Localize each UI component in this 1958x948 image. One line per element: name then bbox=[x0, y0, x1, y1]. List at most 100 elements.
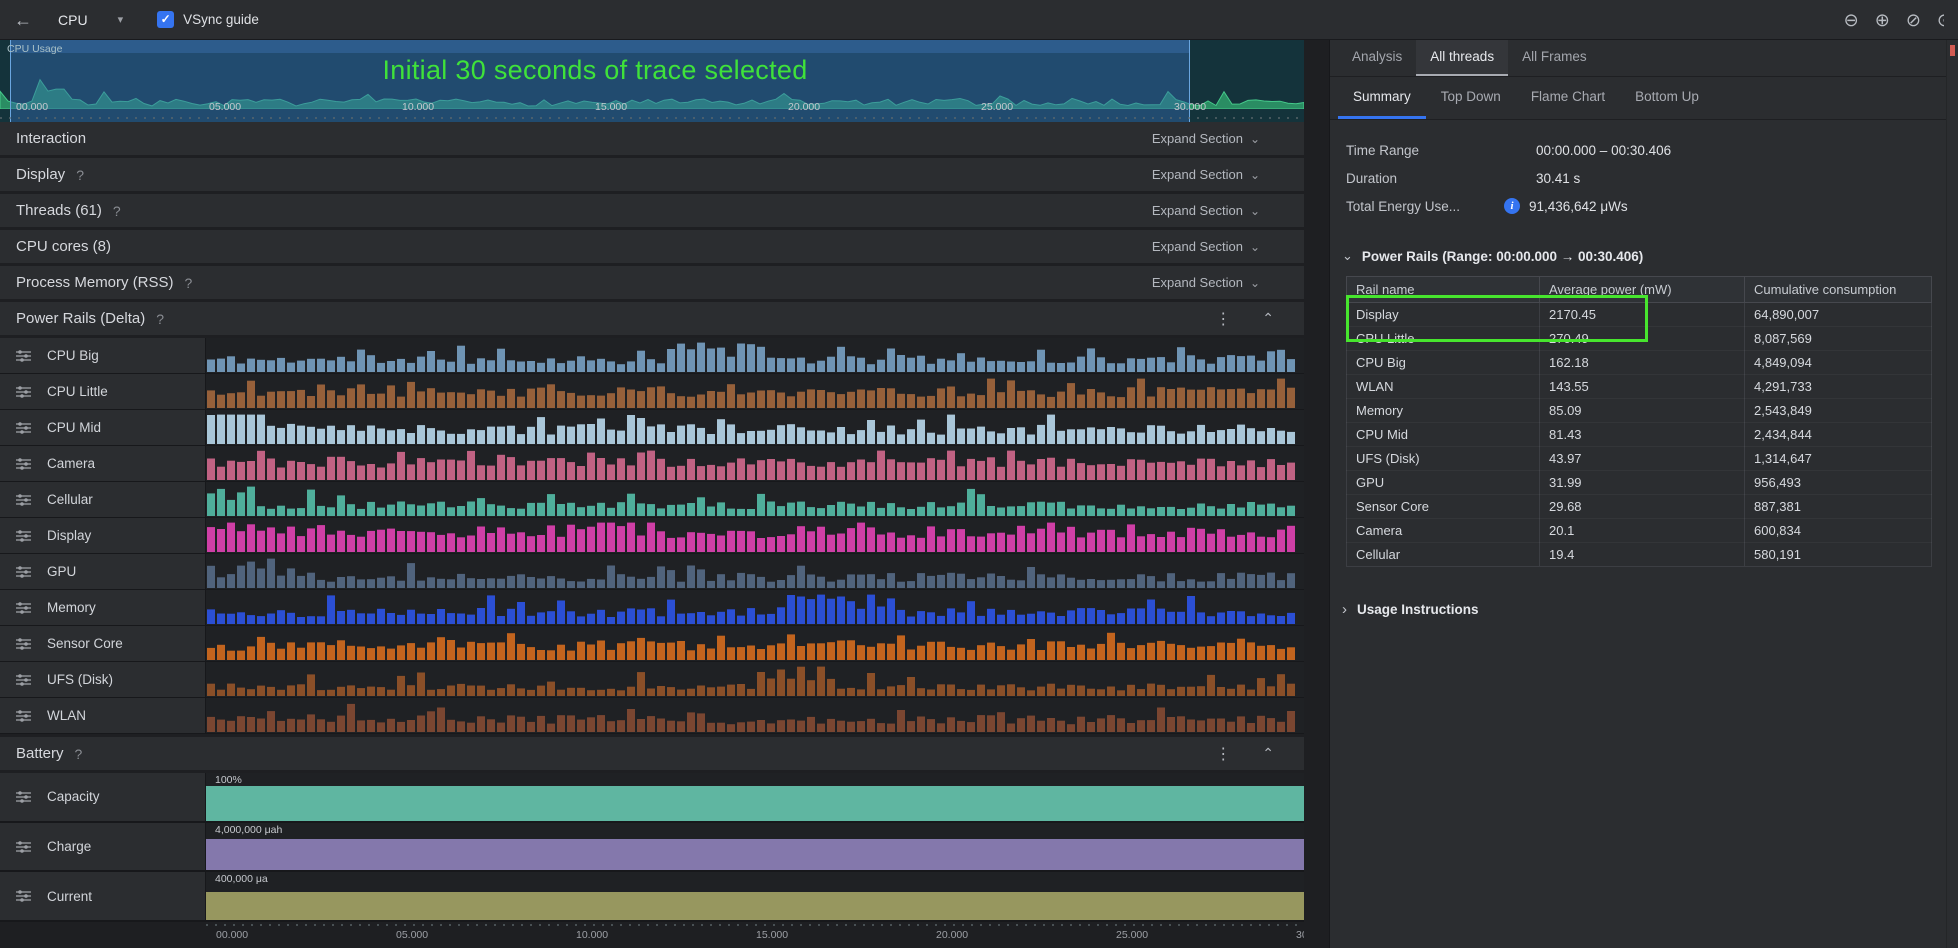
subtab-top-down[interactable]: Top Down bbox=[1426, 77, 1516, 119]
expand-section-button[interactable]: Expand Section ⌄ bbox=[1152, 167, 1260, 182]
track-chart[interactable] bbox=[206, 446, 1304, 481]
track-legend-current[interactable]: Current bbox=[0, 872, 206, 920]
track-legend-gpu[interactable]: GPU bbox=[0, 554, 206, 589]
table-row[interactable]: Sensor Core29.68887,381 bbox=[1347, 495, 1932, 519]
reset-zoom-icon[interactable]: ⊘ bbox=[1906, 11, 1921, 29]
subtab-bottom-up[interactable]: Bottom Up bbox=[1620, 77, 1714, 119]
back-button[interactable]: ← bbox=[14, 11, 32, 29]
tab-all-frames[interactable]: All Frames bbox=[1508, 40, 1601, 76]
track-legend-capacity[interactable]: Capacity bbox=[0, 773, 206, 821]
collapse-section-icon[interactable]: ⌃ bbox=[1262, 310, 1274, 327]
track-legend-cpu-big[interactable]: CPU Big bbox=[0, 338, 206, 373]
track-chart[interactable] bbox=[206, 626, 1304, 661]
track-settings-icon bbox=[15, 840, 32, 854]
track-chart[interactable] bbox=[206, 482, 1304, 517]
track-legend-memory[interactable]: Memory bbox=[0, 590, 206, 625]
track-chart[interactable] bbox=[206, 662, 1304, 697]
table-row[interactable]: CPU Mid81.432,434,844 bbox=[1347, 423, 1932, 447]
track-chart[interactable] bbox=[206, 554, 1304, 589]
table-row[interactable]: CPU Little270.498,087,569 bbox=[1347, 327, 1932, 351]
track-legend-charge[interactable]: Charge bbox=[0, 823, 206, 871]
track-legend-cellular[interactable]: Cellular bbox=[0, 482, 206, 517]
table-row[interactable]: Cellular19.4580,191 bbox=[1347, 543, 1932, 567]
collapse-section-icon[interactable]: ⌃ bbox=[1262, 745, 1274, 762]
section-actions: ⋮ ⌃ bbox=[1215, 744, 1274, 764]
table-row[interactable]: CPU Big162.184,849,094 bbox=[1347, 351, 1932, 375]
section-row-interaction[interactable]: InteractionExpand Section⌄ bbox=[0, 122, 1304, 155]
track-chart[interactable] bbox=[206, 590, 1304, 625]
tab-analysis[interactable]: Analysis bbox=[1338, 40, 1416, 76]
chevron-down-icon: ⌄ bbox=[1250, 276, 1260, 290]
expand-section-button[interactable]: Expand Section⌄ bbox=[1152, 275, 1260, 290]
track-chart[interactable] bbox=[206, 410, 1304, 445]
zoom-in-icon[interactable]: ⊕ bbox=[1875, 11, 1890, 29]
help-icon[interactable]: ? bbox=[185, 275, 193, 291]
rail-name-cell: CPU Big bbox=[1347, 351, 1540, 375]
subtab-flame-chart[interactable]: Flame Chart bbox=[1516, 77, 1620, 119]
battery-section-header[interactable]: Battery ? ⋮ ⌃ bbox=[0, 737, 1304, 770]
bottom-axis: 00.00005.00010.00015.00020.00025.00030 bbox=[0, 922, 1304, 948]
track-legend-cpu-little[interactable]: CPU Little bbox=[0, 374, 206, 409]
table-row[interactable]: Display2170.4564,890,007 bbox=[1347, 303, 1932, 327]
zoom-out-icon[interactable]: ⊖ bbox=[1844, 11, 1859, 29]
battery-tracks: Capacity100%Charge4,000,000 μahCurrent 40… bbox=[0, 773, 1304, 922]
table-row[interactable]: WLAN143.554,291,733 bbox=[1347, 375, 1932, 399]
chevron-down-icon: ⌄ bbox=[1250, 168, 1260, 182]
chevron-down-icon: ⌄ bbox=[1250, 240, 1260, 254]
profiler-window: ← CPU ▾ ✓ VSync guide ⊖ ⊕ ⊘ ⊙ Initial 30… bbox=[0, 0, 1958, 948]
power-rails-section-header[interactable]: Power Rails (Delta) ? ⋮ ⌃ bbox=[0, 302, 1304, 335]
zoom-to-selection-icon[interactable]: ⊙ bbox=[1937, 11, 1944, 29]
chevron-down-icon: ▾ bbox=[118, 13, 124, 26]
battery-row-charge: Charge4,000,000 μah bbox=[0, 823, 1304, 873]
track-legend-wlan[interactable]: WLAN bbox=[0, 698, 206, 733]
expand-section-button[interactable]: Expand Section⌄ bbox=[1152, 203, 1260, 218]
section-row-cpu-cores-8[interactable]: CPU cores (8)Expand Section⌄ bbox=[0, 230, 1304, 263]
kebab-menu-icon[interactable]: ⋮ bbox=[1215, 309, 1232, 329]
usage-instructions[interactable]: › Usage Instructions bbox=[1342, 601, 1946, 618]
track-legend-ufs-disk[interactable]: UFS (Disk) bbox=[0, 662, 206, 697]
track-chart[interactable] bbox=[206, 374, 1304, 409]
kebab-menu-icon[interactable]: ⋮ bbox=[1215, 744, 1232, 764]
expand-section-label: Expand Section bbox=[1152, 167, 1243, 182]
expand-section-button[interactable]: Expand Section⌄ bbox=[1152, 131, 1260, 146]
battery-chart[interactable]: 100% bbox=[206, 773, 1304, 821]
avg-power-cell: 81.43 bbox=[1540, 423, 1745, 447]
section-row-display[interactable]: Display?Expand Section⌄ bbox=[0, 158, 1304, 191]
help-icon[interactable]: ? bbox=[76, 167, 84, 183]
selection-annotation: Initial 30 seconds of trace selected bbox=[0, 55, 1190, 86]
vsync-guide-label: VSync guide bbox=[183, 12, 259, 27]
tab-all-threads[interactable]: All threads bbox=[1416, 40, 1508, 76]
help-icon[interactable]: ? bbox=[156, 311, 164, 327]
track-legend-sensor-core[interactable]: Sensor Core bbox=[0, 626, 206, 661]
power-rails-summary-header[interactable]: ⌄ Power Rails (Range: 00:00.000 → 00:30.… bbox=[1342, 248, 1946, 264]
scrollbar[interactable] bbox=[1946, 40, 1958, 948]
battery-axis-label: 400,000 μa bbox=[215, 873, 268, 885]
battery-chart[interactable]: 4,000,000 μah bbox=[206, 823, 1304, 871]
help-icon[interactable]: ? bbox=[113, 203, 121, 219]
section-row-threads-61[interactable]: Threads (61)?Expand Section⌄ bbox=[0, 194, 1304, 227]
track-chart[interactable] bbox=[206, 518, 1304, 553]
battery-chart[interactable]: 400,000 μa bbox=[206, 872, 1304, 920]
expand-section-button[interactable]: Expand Section⌄ bbox=[1152, 239, 1260, 254]
subtab-summary[interactable]: Summary bbox=[1338, 77, 1426, 119]
track-legend-display[interactable]: Display bbox=[0, 518, 206, 553]
section-row-process-memory-rss[interactable]: Process Memory (RSS)?Expand Section⌄ bbox=[0, 266, 1304, 299]
track-chart[interactable] bbox=[206, 698, 1304, 733]
process-dropdown[interactable]: CPU ▾ bbox=[46, 8, 133, 32]
power-rails-table-wrap: Rail nameAverage power (mW)Cumulative co… bbox=[1346, 276, 1931, 567]
track-legend-camera[interactable]: Camera bbox=[0, 446, 206, 481]
track-label: Sensor Core bbox=[47, 636, 123, 651]
info-icon[interactable]: i bbox=[1504, 198, 1520, 214]
table-row[interactable]: GPU31.99956,493 bbox=[1347, 471, 1932, 495]
track-legend-cpu-mid[interactable]: CPU Mid bbox=[0, 410, 206, 445]
vsync-guide-checkbox[interactable]: ✓ VSync guide bbox=[157, 11, 259, 28]
help-icon[interactable]: ? bbox=[75, 746, 83, 762]
table-column-header: Cumulative consumption bbox=[1745, 277, 1932, 303]
cpu-usage-track[interactable]: Initial 30 seconds of trace selected CPU… bbox=[0, 40, 1304, 122]
table-row[interactable]: UFS (Disk)43.971,314,647 bbox=[1347, 447, 1932, 471]
table-row[interactable]: Memory85.092,543,849 bbox=[1347, 399, 1932, 423]
battery-fill bbox=[206, 892, 1304, 920]
track-chart[interactable] bbox=[206, 338, 1304, 373]
rail-name-cell: UFS (Disk) bbox=[1347, 447, 1540, 471]
table-row[interactable]: Camera20.1600,834 bbox=[1347, 519, 1932, 543]
